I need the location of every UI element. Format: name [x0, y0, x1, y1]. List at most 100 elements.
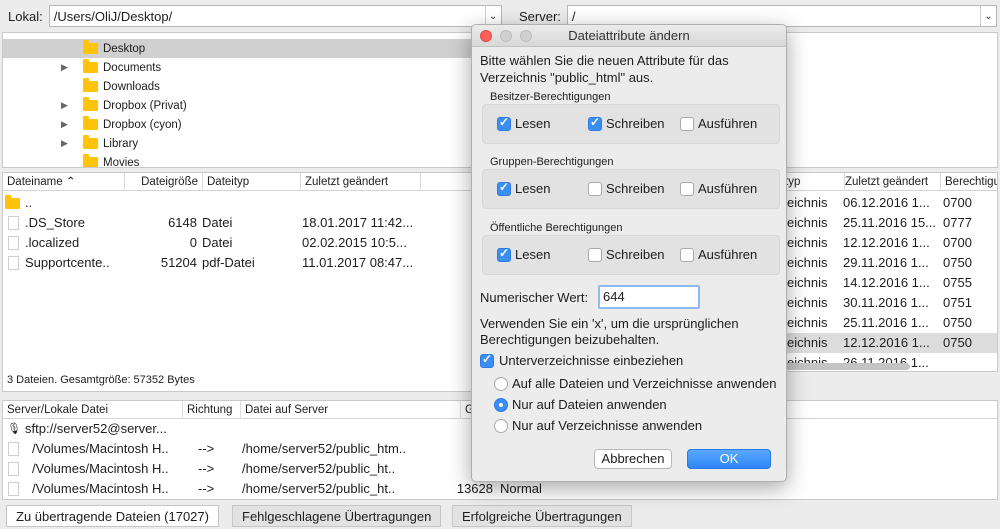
apply-scope-label: Nur auf Dateien anwenden — [512, 397, 667, 412]
disclosure-triangle-icon[interactable]: ▶ — [61, 62, 68, 73]
local-list-header: Dateiname ⌃ Dateigröße Dateityp Zuletzt … — [3, 173, 504, 191]
folder-icon — [83, 135, 98, 149]
tree-item-label: Documents — [103, 61, 162, 74]
file-modified: 11.01.2017 08:47... — [302, 255, 414, 270]
recurse-checkbox[interactable] — [480, 352, 494, 368]
table-row[interactable]: /Volumes/Macintosh H.. --> /home/server52/… — [3, 479, 997, 499]
dialog-intro-line2: Verzeichnis "public_html" aus. — [480, 70, 654, 85]
file-type: eichnis — [787, 255, 828, 270]
tree-item[interactable]: ▶ Library — [3, 134, 504, 153]
column-header-remote-file[interactable]: Datei auf Server — [241, 401, 461, 419]
column-header-size[interactable]: Dateigröße — [125, 173, 203, 191]
file-modified: 06.12.2016 1... — [843, 195, 930, 210]
chevron-down-icon[interactable]: ⌄ — [979, 6, 996, 26]
dialog-title: Dateiattribute ändern — [568, 28, 690, 43]
file-name: .. — [25, 195, 33, 210]
file-modified: 12.12.2016 1... — [843, 335, 930, 350]
file-modified: 25.11.2016 15... — [843, 215, 937, 230]
local-file-list[interactable]: Dateiname ⌃ Dateigröße Dateityp Zuletzt … — [2, 172, 505, 392]
file-size: 51204 — [160, 255, 197, 270]
apply-scope-radio[interactable] — [494, 419, 508, 433]
file-modified: 12.12.2016 1... — [843, 235, 930, 250]
file-icon — [8, 462, 19, 476]
column-header-permissions[interactable]: Berechtigu — [941, 173, 997, 191]
tree-item-label: Dropbox (Privat) — [103, 99, 187, 112]
write-checkbox[interactable] — [588, 248, 602, 262]
file-icon — [8, 482, 19, 496]
column-header-type[interactable]: Dateityp — [203, 173, 301, 191]
local-path-label: Lokal: — [8, 8, 43, 24]
tree-item[interactable]: ▶ Documents — [3, 58, 504, 77]
file-name: .DS_Store — [25, 215, 85, 230]
file-name: .localized — [25, 235, 80, 250]
column-header-local-file[interactable]: Server/Lokale Datei — [3, 401, 183, 419]
tree-item-label: Library — [103, 137, 139, 150]
folder-icon — [83, 78, 98, 92]
read-label: Lesen — [515, 181, 551, 196]
chevron-down-icon[interactable]: ⌄ — [484, 6, 501, 26]
disclosure-triangle-icon[interactable]: ▶ — [61, 100, 68, 111]
table-row[interactable]: Supportcente.. 51204 pdf-Datei 11.01.2017 0… — [3, 253, 504, 273]
tree-item[interactable]: ▶ Dropbox (Privat) — [3, 96, 504, 115]
read-checkbox[interactable] — [497, 180, 511, 196]
numeric-value-input[interactable]: 644 — [598, 285, 700, 309]
tab-queued-files[interactable]: Zu übertragende Dateien (17027) — [6, 505, 219, 527]
execute-checkbox[interactable] — [680, 117, 694, 131]
close-icon[interactable] — [480, 30, 492, 42]
file-permissions: 0751 — [943, 295, 972, 310]
column-header-filename[interactable]: Dateiname ⌃ — [3, 173, 125, 191]
read-checkbox[interactable] — [497, 246, 511, 262]
write-label: Schreiben — [606, 181, 665, 196]
local-path-combo[interactable]: /Users/OliJ/Desktop/ ⌄ — [48, 5, 502, 27]
column-header-type[interactable]: typ — [781, 173, 845, 191]
write-label: Schreiben — [606, 116, 665, 131]
file-size: 0 — [189, 235, 197, 250]
file-permissions: 0755 — [943, 275, 972, 290]
read-label: Lesen — [515, 116, 551, 131]
tab-failed-transfers[interactable]: Fehlgeschlagene Übertragungen — [232, 505, 442, 527]
queue-remote-file: /home/server52/public_ht.. — [242, 481, 396, 496]
queue-local-file: /Volumes/Macintosh H.. — [32, 461, 169, 476]
write-checkbox[interactable] — [588, 182, 602, 196]
tree-item[interactable]: Desktop — [3, 39, 504, 58]
table-row[interactable]: .. — [3, 193, 504, 213]
hint-line2: Berechtigungen beizubehalten. — [480, 332, 660, 347]
queue-server-label: sftp://server52@server... — [25, 421, 167, 436]
execute-checkbox[interactable] — [680, 182, 694, 196]
execute-checkbox[interactable] — [680, 248, 694, 262]
ok-button[interactable]: OK — [687, 449, 771, 469]
file-modified: 18.01.2017 11:42... — [302, 215, 414, 230]
tab-successful-transfers[interactable]: Erfolgreiche Übertragungen — [452, 505, 632, 527]
column-header-modified[interactable]: Zuletzt geändert — [841, 173, 941, 191]
apply-scope-radio[interactable] — [494, 398, 508, 412]
local-path-value: /Users/OliJ/Desktop/ — [53, 8, 173, 24]
file-type: eichnis — [787, 195, 828, 210]
tree-item[interactable]: Movies — [3, 153, 504, 167]
execute-label: Ausführen — [698, 247, 758, 262]
remote-horizontal-scrollbar[interactable] — [780, 363, 910, 370]
read-checkbox[interactable] — [497, 115, 511, 131]
server-path-label: Server: — [519, 8, 561, 24]
table-row[interactable]: .DS_Store 6148 Datei 18.01.2017 11:42... — [3, 213, 504, 233]
tree-item[interactable]: Downloads — [3, 77, 504, 96]
apply-scope-label: Nur auf Verzeichnisse anwenden — [512, 418, 703, 433]
cancel-button[interactable]: Abbrechen — [594, 449, 672, 469]
local-tree[interactable]: Desktop ▶ Documents Downloads ▶ Dropbox (Priv… — [2, 32, 505, 168]
recurse-label: Unterverzeichnisse einbeziehen — [499, 353, 684, 368]
file-type: eichnis — [787, 335, 828, 350]
file-permissions: 0700 — [943, 195, 972, 210]
apply-scope-radio[interactable] — [494, 377, 508, 391]
write-checkbox[interactable] — [588, 115, 602, 131]
file-type: Datei — [202, 215, 233, 230]
disclosure-triangle-icon[interactable]: ▶ — [61, 138, 68, 149]
permission-group-label: Gruppen-Berechtigungen — [490, 156, 614, 168]
tree-item[interactable]: ▶ Dropbox (cyon) — [3, 115, 504, 134]
file-icon — [8, 236, 19, 250]
folder-icon — [83, 40, 98, 54]
disclosure-triangle-icon[interactable]: ▶ — [61, 119, 68, 130]
column-header-direction[interactable]: Richtung — [183, 401, 241, 419]
file-modified: 02.02.2015 10:5... — [302, 235, 407, 250]
column-header-modified[interactable]: Zuletzt geändert — [301, 173, 421, 191]
table-row[interactable]: .localized 0 Datei 02.02.2015 10:5... — [3, 233, 504, 253]
server-path-value: / — [571, 8, 576, 24]
